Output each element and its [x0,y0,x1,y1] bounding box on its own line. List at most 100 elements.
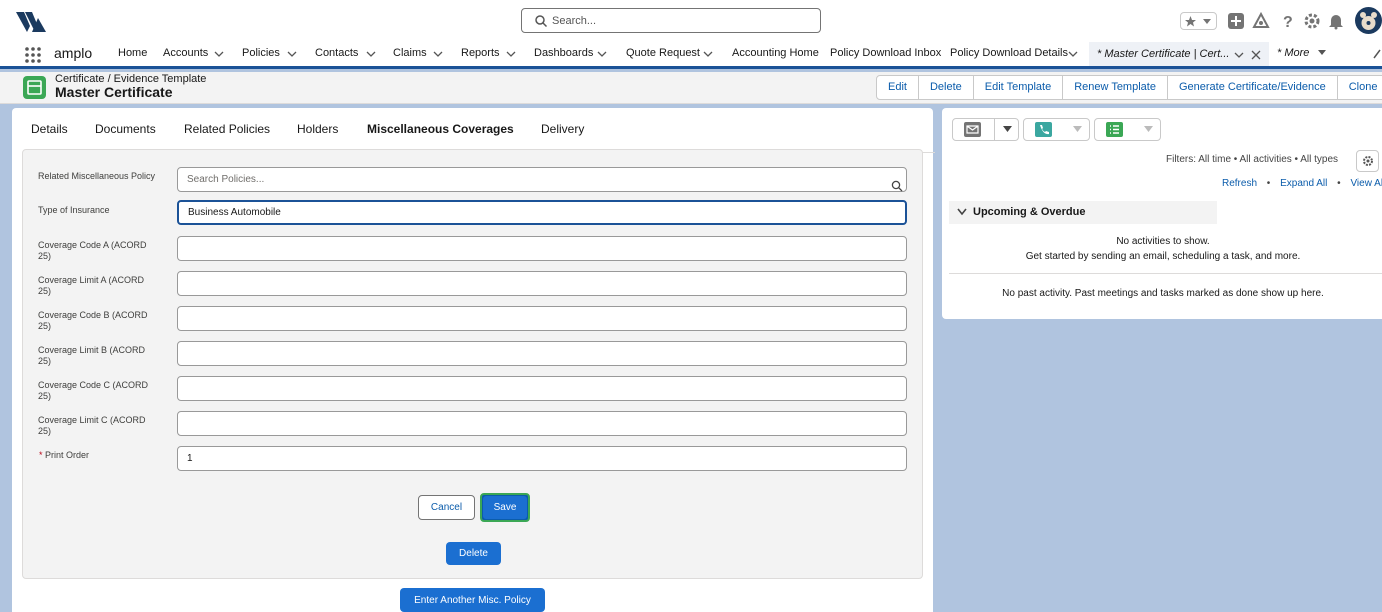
global-header: ? [0,0,1382,42]
tab-holders[interactable]: Holders [297,116,338,153]
chevron-down-icon[interactable] [703,47,713,61]
view-all-link[interactable]: View All [1350,178,1382,189]
search-input[interactable] [552,12,812,30]
chevron-down-icon [957,208,967,216]
task-dropdown[interactable] [1136,119,1161,140]
close-icon[interactable] [1251,50,1261,60]
tab-related-policies[interactable]: Related Policies [184,116,270,153]
trailhead-icon[interactable] [1252,12,1270,30]
nav-item-policies[interactable]: Policies [242,47,280,59]
nav-item-reports[interactable]: Reports [461,47,500,59]
activity-settings-button[interactable] [1356,150,1379,172]
coverage-code-a-label: Coverage Code A (ACORD 25) [38,240,147,261]
print-order-field[interactable] [177,446,907,471]
global-search[interactable] [521,8,821,33]
coverage-limit-c-field[interactable] [177,411,907,436]
coverage-code-c-field[interactable] [177,376,907,401]
coverage-code-c-label: Coverage Code C (ACORD 25) [38,380,149,401]
related-policy-label: Related Miscellaneous Policy [38,171,156,181]
nav-more[interactable]: * More [1277,47,1309,59]
avatar-icon [1360,12,1377,30]
delete-record-button[interactable]: Delete [917,75,974,100]
chevron-down-icon[interactable] [287,47,297,61]
delete-misc-policy-button[interactable]: Delete [446,542,501,565]
nav-item-dashboards[interactable]: Dashboards [534,47,593,59]
related-policy-lookup[interactable] [177,167,907,192]
task-list-icon [1106,122,1123,137]
upcoming-overdue-section[interactable]: Upcoming & Overdue [949,201,1217,224]
nav-item-home[interactable]: Home [118,47,147,59]
gear-icon [1363,156,1373,166]
activity-panel: Filters: All time • All activities • All… [942,108,1382,319]
edit-template-button[interactable]: Edit Template [972,75,1064,100]
clone-button[interactable]: Clone [1336,75,1382,100]
new-task-button[interactable] [1094,118,1161,141]
coverage-limit-a-field[interactable] [177,271,907,296]
generate-certificate-button[interactable]: Generate Certificate/Evidence [1166,75,1338,100]
svg-text:?: ? [1283,14,1293,30]
separator: • [1337,178,1341,189]
chevron-down-icon[interactable] [1234,48,1244,62]
favorites-button[interactable] [1180,12,1217,30]
tab-delivery[interactable]: Delivery [541,116,584,153]
tab-master-certificate[interactable]: * Master Certificate | Cert... [1089,42,1269,69]
chevron-down-icon[interactable] [366,47,376,61]
activity-links: Refresh • Expand All • View All [1222,178,1382,189]
help-icon[interactable]: ? [1279,12,1297,30]
certificate-object-icon [23,76,46,99]
chevron-down-icon[interactable] [1068,47,1078,61]
nav-item-policy-download-inbox[interactable]: Policy Download Inbox [830,47,941,59]
coverage-code-b-field[interactable] [177,306,907,331]
caret-down-icon [1003,126,1012,132]
chevron-down-icon[interactable] [214,47,224,61]
coverage-code-b-label: Coverage Code B (ACORD 25) [38,310,148,331]
coverage-limit-a-label: Coverage Limit A (ACORD 25) [38,275,145,296]
search-icon [535,15,548,28]
cancel-button[interactable]: Cancel [418,495,475,520]
amplo-logo-icon[interactable] [16,10,46,32]
refresh-link[interactable]: Refresh [1222,178,1257,189]
add-icon[interactable] [1227,12,1245,30]
record-title: Master Certificate [55,84,173,100]
nav-item-policy-download-details[interactable]: Policy Download Details [950,47,1068,59]
nav-item-accounting-home[interactable]: Accounting Home [732,47,819,59]
coverage-limit-c-label: Coverage Limit C (ACORD 25) [38,415,146,436]
tab-label: * Master Certificate | Cert... [1097,48,1230,60]
edit-button[interactable]: Edit [876,75,919,100]
app-navigation-bar: amplo Home Accounts Policies Contacts Cl… [0,42,1382,69]
separator: • [1266,178,1271,189]
chevron-down-icon[interactable] [506,47,516,61]
record-header: Certificate / Evidence Template Master C… [0,72,1382,104]
coverage-code-a-field[interactable] [177,236,907,261]
nav-item-quote-request[interactable]: Quote Request [626,47,700,59]
save-button-label: Save [483,496,527,519]
nav-item-accounts[interactable]: Accounts [163,47,208,59]
save-button[interactable]: Save [480,493,530,522]
print-order-label: * Print Order [39,450,159,461]
enter-another-misc-policy-button[interactable]: Enter Another Misc. Policy [400,588,545,612]
call-dropdown[interactable] [1065,119,1090,140]
notification-bell-icon[interactable] [1327,12,1345,30]
phone-icon [1035,122,1052,137]
tab-details[interactable]: Details [31,116,68,153]
chevron-down-icon[interactable] [433,47,443,61]
email-activity-button[interactable] [952,118,1019,141]
chevron-down-icon[interactable] [597,47,607,61]
caret-down-icon[interactable] [1317,49,1327,57]
no-activities-message: No activities to show. Get started by se… [942,234,1382,264]
tab-documents[interactable]: Documents [95,116,156,153]
coverage-limit-b-field[interactable] [177,341,907,366]
expand-all-link[interactable]: Expand All [1280,178,1327,189]
email-dropdown[interactable] [994,119,1019,140]
nav-item-contacts[interactable]: Contacts [315,47,358,59]
edit-pencil-icon[interactable] [1372,48,1382,60]
type-of-insurance-field[interactable] [177,200,907,225]
user-avatar[interactable] [1355,7,1382,34]
record-tabs: Details Documents Related Policies Holde… [31,116,935,153]
renew-template-button[interactable]: Renew Template [1062,75,1168,100]
log-call-button[interactable] [1023,118,1090,141]
app-launcher-icon[interactable] [24,46,42,64]
gear-icon[interactable] [1303,12,1321,30]
tab-miscellaneous-coverages[interactable]: Miscellaneous Coverages [355,116,526,153]
nav-item-claims[interactable]: Claims [393,47,427,59]
